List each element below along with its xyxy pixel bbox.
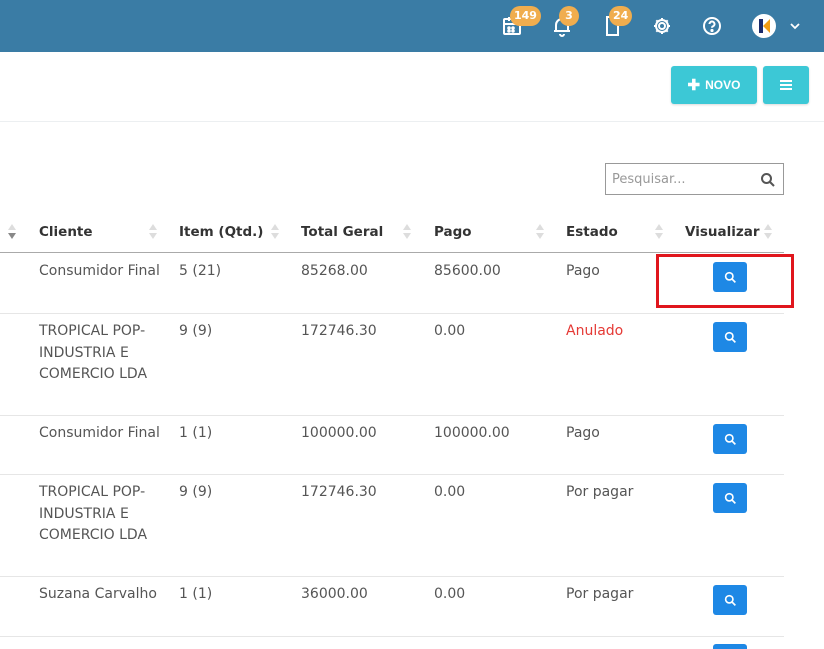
cell-total: 172746.30 [301, 323, 377, 339]
search-icon [724, 594, 736, 606]
cell-item: 9 (9) [179, 484, 213, 500]
row-divider [0, 474, 784, 475]
cell-cliente: TROPICAL POP-INDUSTRIA E COMERCIO LDA [39, 323, 148, 382]
cell-estado: Anulado [566, 323, 624, 339]
cell-cliente: Consumidor Final [39, 263, 160, 279]
calendar-badge: 149 [510, 6, 541, 26]
menu-button[interactable] [763, 66, 809, 104]
column-header-cliente[interactable]: Cliente [39, 224, 93, 240]
cell-estado: Pago [566, 263, 600, 279]
column-header-pago[interactable]: Pago [434, 224, 472, 240]
new-button[interactable]: ✚ NOVO [671, 66, 757, 104]
cell-total: 85268.00 [301, 263, 368, 279]
cell-total: 172746.30 [301, 484, 377, 500]
column-header-estado[interactable]: Estado [566, 224, 618, 240]
cell-cliente: Suzana Carvalho [39, 586, 157, 602]
search-icon[interactable] [760, 172, 776, 188]
cell-pago: 0.00 [434, 586, 466, 602]
cell-pago: 0.00 [434, 323, 466, 339]
calendar-icon[interactable]: 149 [500, 6, 541, 38]
view-button[interactable] [713, 483, 747, 513]
cell-pago: 100000.00 [434, 425, 510, 441]
document-icon[interactable]: 24 [600, 6, 633, 38]
table-header-divider [0, 252, 784, 253]
cell-total: 36000.00 [301, 586, 368, 602]
view-button[interactable] [713, 585, 747, 615]
cell-item: 9 (9) [179, 323, 213, 339]
hamburger-icon [780, 80, 792, 90]
view-button[interactable] [713, 644, 747, 649]
sort-icon[interactable] [149, 224, 157, 242]
cell-estado: Por pagar [566, 484, 634, 500]
chevron-down-icon[interactable] [788, 18, 802, 32]
cell-total: 100000.00 [301, 425, 377, 441]
search-icon [724, 433, 736, 445]
cell-pago: 0.00 [434, 484, 466, 500]
cell-cliente: TROPICAL POP-INDUSTRIA E COMERCIO LDA [39, 484, 148, 543]
sort-icon[interactable] [271, 224, 279, 242]
sort-icon[interactable] [403, 224, 411, 242]
cell-item: 5 (21) [179, 263, 222, 279]
help-icon[interactable] [700, 14, 724, 38]
new-button-label: NOVO [705, 78, 741, 92]
view-button[interactable] [713, 262, 747, 292]
search-box [605, 163, 784, 195]
search-icon [724, 492, 736, 504]
action-bar: ✚ NOVO [0, 52, 824, 122]
search-icon [724, 271, 736, 283]
search-input[interactable] [606, 164, 751, 194]
sort-icon[interactable] [655, 224, 663, 242]
column-header-visualizar[interactable]: Visualizar [685, 224, 759, 240]
column-header-item[interactable]: Item (Qtd.) [179, 224, 263, 240]
row-divider [0, 576, 784, 577]
top-navbar: 149 3 24 [0, 0, 824, 52]
sort-icon[interactable] [764, 224, 772, 242]
bell-icon[interactable]: 3 [550, 6, 579, 38]
avatar[interactable] [752, 14, 776, 38]
row-divider [0, 415, 784, 416]
sort-icon[interactable] [536, 224, 544, 242]
row-divider [0, 313, 784, 314]
view-button[interactable] [713, 424, 747, 454]
row-divider [0, 636, 784, 637]
cell-item: 1 (1) [179, 586, 213, 602]
cell-pago: 85600.00 [434, 263, 501, 279]
cell-cliente: Consumidor Final [39, 425, 160, 441]
sort-icon[interactable] [8, 224, 16, 242]
cell-item: 1 (1) [179, 425, 213, 441]
notifications-badge: 3 [559, 6, 579, 26]
gear-icon[interactable] [650, 14, 674, 38]
cell-estado: Por pagar [566, 586, 634, 602]
column-header-total[interactable]: Total Geral [301, 224, 383, 240]
search-icon [724, 331, 736, 343]
documents-badge: 24 [609, 6, 633, 26]
view-button[interactable] [713, 322, 747, 352]
plus-icon: ✚ [687, 76, 701, 94]
cell-estado: Pago [566, 425, 600, 441]
